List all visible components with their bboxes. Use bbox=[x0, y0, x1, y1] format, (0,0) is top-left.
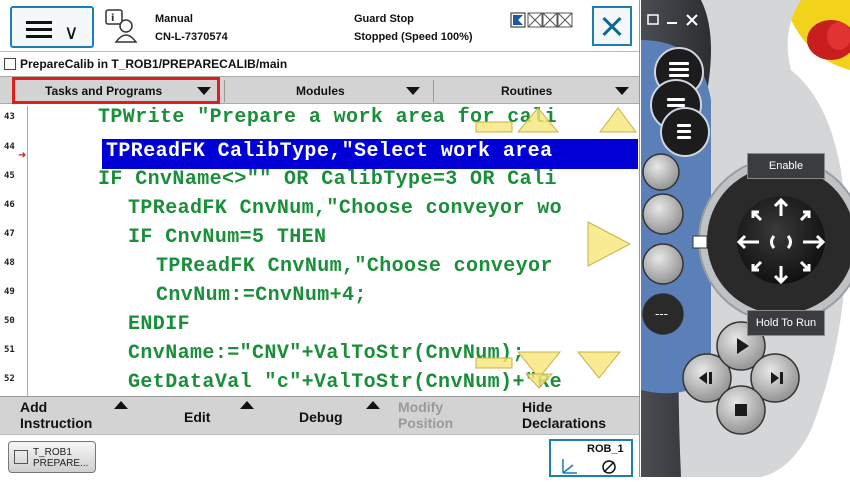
line-number: 52 bbox=[4, 374, 15, 384]
button-label: Modify bbox=[398, 399, 444, 415]
jog-coordinate-icon bbox=[562, 459, 616, 474]
robot-label: ROB_1 bbox=[587, 443, 624, 455]
edit-button[interactable]: Edit bbox=[184, 409, 210, 425]
line-number: 50 bbox=[4, 316, 15, 326]
debug-button[interactable]: Debug bbox=[299, 409, 343, 425]
command-bar: Add Instruction Edit Debug Modify Positi… bbox=[0, 396, 639, 434]
task-bar: T_ROB1 PREPARE... ROB_1 bbox=[0, 434, 639, 477]
run-state: Stopped (Speed 100%) bbox=[354, 31, 473, 43]
program-editor-icon bbox=[14, 450, 28, 464]
button-label: Declarations bbox=[522, 415, 607, 431]
chevron-up-icon bbox=[366, 401, 380, 409]
chevron-down-icon bbox=[615, 87, 629, 95]
program-path: PrepareCalib in T_ROB1/PREPARECALIB/main bbox=[0, 53, 639, 75]
enable-button[interactable]: Enable bbox=[747, 153, 825, 179]
speed-status-icon bbox=[510, 12, 573, 28]
tab-label: Modules bbox=[296, 84, 345, 98]
button-label: Add bbox=[20, 399, 48, 415]
menu-icon bbox=[26, 21, 52, 39]
chevron-up-icon bbox=[114, 401, 128, 409]
svg-text:---: --- bbox=[655, 307, 668, 321]
line-number: 44 bbox=[4, 142, 15, 152]
code-line[interactable]: CnvName:="CNV"+ValToStr(CnvNum); bbox=[128, 342, 525, 365]
chevron-up-icon bbox=[240, 401, 254, 409]
run-status: Guard Stop Stopped (Speed 100%) bbox=[354, 10, 473, 46]
svg-text:i: i bbox=[111, 13, 114, 24]
chevron-down-icon bbox=[197, 87, 211, 95]
task-label: PREPARE... bbox=[33, 458, 89, 469]
tab-routines[interactable]: Routines bbox=[435, 79, 639, 103]
chevron-down-icon bbox=[406, 87, 420, 95]
operating-mode: Manual bbox=[155, 13, 193, 25]
mode-status: Manual CN-L-7370574 bbox=[155, 10, 228, 46]
line-number: 46 bbox=[4, 200, 15, 210]
flexpendant-screen: ∨ i Manual CN-L-7370574 Guard Stop Stopp… bbox=[0, 0, 640, 477]
program-icon bbox=[4, 58, 16, 70]
line-number: 49 bbox=[4, 287, 15, 297]
code-line[interactable]: CnvNum:=CnvNum+4; bbox=[156, 284, 367, 307]
code-line[interactable]: ENDIF bbox=[128, 313, 190, 336]
status-bar: ∨ i Manual CN-L-7370574 Guard Stop Stopp… bbox=[0, 0, 639, 52]
hold-to-run-button[interactable]: Hold To Run bbox=[747, 310, 825, 336]
tab-modules[interactable]: Modules bbox=[226, 79, 432, 103]
scroll-overlay[interactable] bbox=[470, 106, 640, 396]
editor-tabs: Tasks and Programs Modules Routines bbox=[0, 76, 639, 104]
pendant-body: --- bbox=[641, 0, 850, 477]
enable-label: Enable bbox=[768, 160, 804, 172]
line-number: 51 bbox=[4, 345, 15, 355]
controller-name: CN-L-7370574 bbox=[155, 31, 228, 43]
code-editor[interactable]: ➜ 43 44 45 46 47 48 49 50 51 52 TPWrite … bbox=[0, 106, 640, 396]
line-number: 45 bbox=[4, 171, 15, 181]
main-menu-button[interactable]: ∨ bbox=[10, 6, 94, 48]
task-program-editor[interactable]: T_ROB1 PREPARE... bbox=[8, 441, 96, 473]
quickset-button[interactable]: ROB_1 bbox=[549, 439, 633, 477]
tab-tasks-and-programs[interactable]: Tasks and Programs bbox=[12, 77, 220, 104]
close-button[interactable] bbox=[592, 6, 632, 46]
button-label: Instruction bbox=[20, 415, 93, 431]
button-label: Hide bbox=[522, 399, 553, 415]
tab-label: Routines bbox=[501, 84, 553, 98]
task-label: T_ROB1 bbox=[33, 447, 72, 458]
button-label: Position bbox=[398, 415, 454, 431]
line-number: 48 bbox=[4, 258, 15, 268]
program-path-text: PrepareCalib in T_ROB1/PREPARECALIB/main bbox=[20, 57, 288, 71]
add-instruction-button[interactable]: Add Instruction bbox=[20, 399, 92, 431]
button-label: Edit bbox=[184, 409, 211, 425]
modify-position-button[interactable]: Modify Position bbox=[398, 399, 453, 431]
button-label: Debug bbox=[299, 409, 343, 425]
program-pointer-icon: ➜ bbox=[18, 150, 27, 161]
chevron-down-icon: ∨ bbox=[64, 20, 79, 44]
safety-state: Guard Stop bbox=[354, 13, 414, 25]
operator-info-icon[interactable]: i bbox=[104, 8, 140, 46]
line-number: 47 bbox=[4, 229, 15, 239]
line-number: 43 bbox=[4, 112, 15, 122]
code-line[interactable]: IF CnvNum=5 THEN bbox=[128, 226, 326, 249]
tab-label: Tasks and Programs bbox=[45, 84, 163, 98]
hold-to-run-label: Hold To Run bbox=[755, 317, 817, 329]
pendant-hardware: --- Enable Hold To Run bbox=[641, 0, 850, 477]
hide-declarations-button[interactable]: Hide Declarations bbox=[522, 399, 606, 431]
